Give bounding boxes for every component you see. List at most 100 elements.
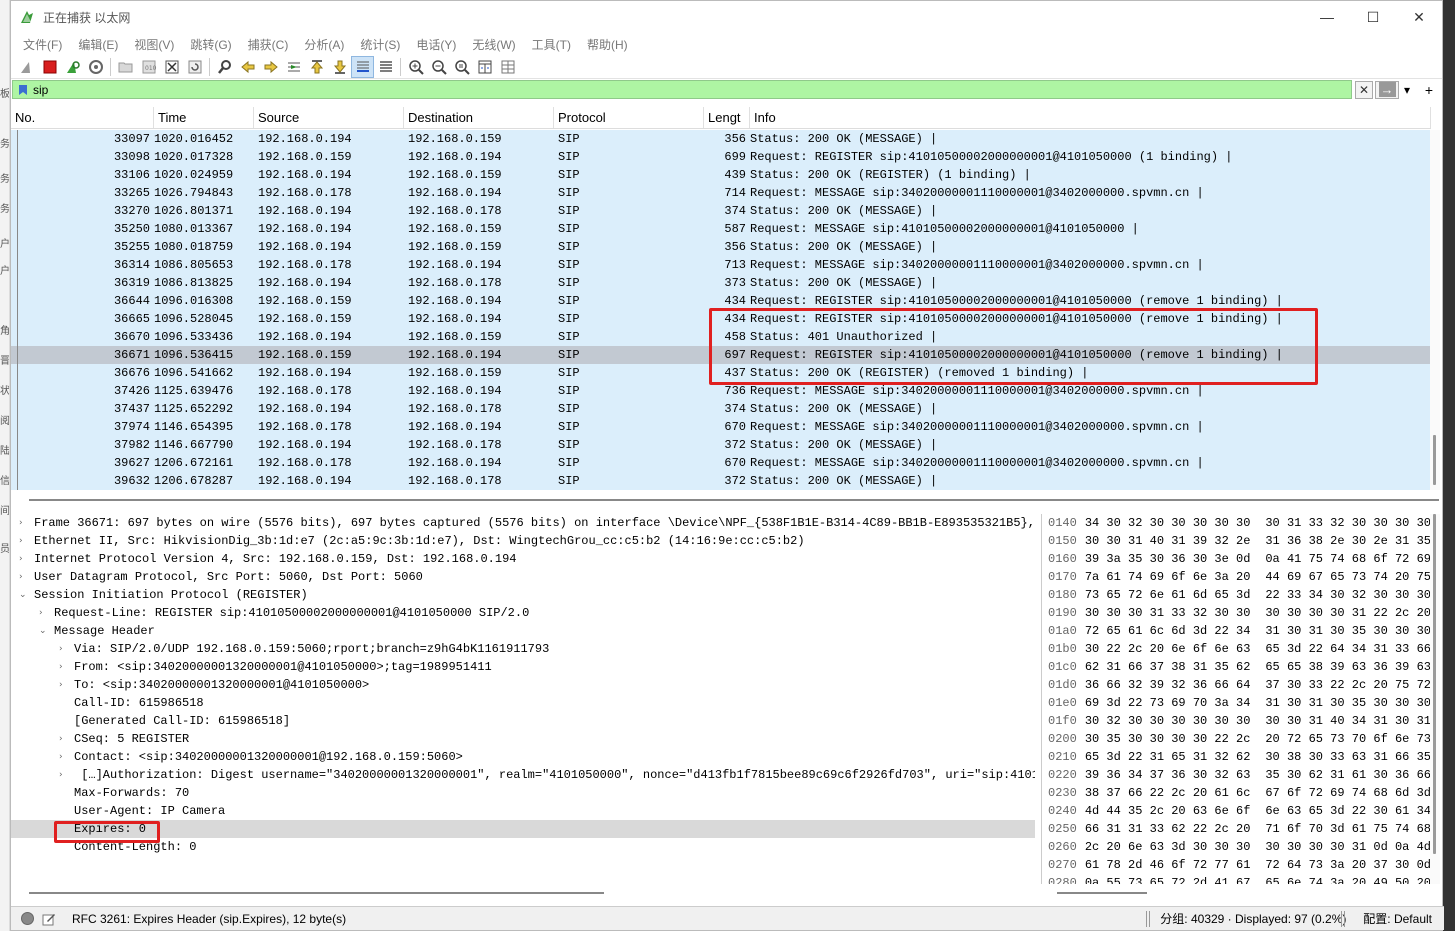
layout-button[interactable] [496,56,519,78]
column-header-protocol[interactable]: Protocol [554,107,704,128]
expand-arrow-icon[interactable]: › [19,532,29,550]
packet-row[interactable]: 36644 1096.016308 192.168.0.159 192.168.0.1… [11,292,1431,310]
detail-tree-row[interactable]: ⌄ Message Header [11,622,1035,640]
go-to-packet-button[interactable] [282,56,305,78]
packet-row[interactable]: 33270 1026.801371 192.168.0.194 192.168.0.1… [11,202,1431,220]
restart-capture-button[interactable] [61,56,84,78]
capture-comment-icon[interactable] [42,912,56,926]
find-packet-button[interactable] [213,56,236,78]
detail-tree-row[interactable]: Max-Forwards: 70 [11,784,1035,802]
detail-tree-row[interactable]: › Contact: <sip:34020000001320000001@192.… [11,748,1035,766]
expand-arrow-icon[interactable]: › [39,604,49,622]
packet-row[interactable]: 33097 1020.016452 192.168.0.194 192.168.0.1… [11,130,1431,148]
menu-item-8[interactable]: 无线(W) [464,36,523,53]
menu-item-2[interactable]: 视图(V) [126,36,182,53]
hex-row[interactable]: 0260 2c 20 6e 63 3d 30 30 30 30 30 30 30 3… [1042,838,1431,856]
column-header-source[interactable]: Source [254,107,404,128]
menu-item-10[interactable]: 帮助(H) [579,36,636,53]
expand-arrow-icon[interactable]: › [19,568,29,586]
expand-arrow-icon[interactable]: › [19,550,29,568]
hex-row[interactable]: 0230 38 37 66 22 2c 20 61 6c 67 6f 72 69 7… [1042,784,1431,802]
detail-tree-row[interactable]: › Frame 36671: 697 bytes on wire (5576 bi… [11,514,1035,532]
zoom-out-button[interactable] [427,56,450,78]
column-header-no[interactable]: No. [11,107,154,128]
detail-tree-row[interactable]: › Request-Line: REGISTER sip:410105000020… [11,604,1035,622]
hex-row[interactable]: 0210 65 3d 22 31 65 31 32 62 30 38 30 33 6… [1042,748,1431,766]
detail-tree-row[interactable]: › Ethernet II, Src: HikvisionDig_3b:1d:e7… [11,532,1035,550]
status-profile[interactable]: 配置: Default [1363,910,1432,927]
detail-tree-row[interactable]: User-Agent: IP Camera [11,802,1035,820]
hex-row[interactable]: 01d0 36 66 32 39 32 36 66 64 37 30 33 22 2… [1042,676,1431,694]
menu-item-4[interactable]: 捕获(C) [240,36,297,53]
packet-row[interactable]: 36314 1086.805653 192.168.0.178 192.168.0.1… [11,256,1431,274]
open-file-button[interactable] [114,56,137,78]
first-packet-button[interactable] [305,56,328,78]
expand-arrow-icon[interactable]: › [19,514,29,532]
hex-row[interactable]: 01b0 30 22 2c 20 6e 6f 6e 63 65 3d 22 64 3… [1042,640,1431,658]
start-capture-button[interactable] [15,56,38,78]
column-header-lengt[interactable]: Lengt [704,107,750,128]
hex-row[interactable]: 01e0 69 3d 22 73 69 70 3a 34 31 30 31 30 3… [1042,694,1431,712]
clear-filter-button[interactable]: ✕ [1355,80,1373,99]
packet-row[interactable]: 39627 1206.672161 192.168.0.178 192.168.0.1… [11,454,1431,472]
close-button[interactable]: ✕ [1396,1,1442,33]
apply-filter-button[interactable]: → [1375,80,1399,99]
menu-item-6[interactable]: 统计(S) [352,36,408,53]
detail-tree-row[interactable]: Call-ID: 615986518 [11,694,1035,712]
menu-item-3[interactable]: 跳转(G) [182,36,239,53]
capture-options-button[interactable] [84,56,107,78]
scrollbar-thumb[interactable] [1433,514,1436,854]
expand-arrow-icon[interactable]: › [59,766,69,784]
detail-tree-row[interactable]: › […]Authorization: Digest username="340… [11,766,1035,784]
hex-row[interactable]: 0150 30 30 31 40 31 39 32 2e 31 36 38 2e 3… [1042,532,1431,550]
expand-arrow-icon[interactable]: › [59,640,69,658]
packet-row[interactable]: 37426 1125.639476 192.168.0.178 192.168.0.1… [11,382,1431,400]
hex-row[interactable]: 0160 39 3a 35 30 36 30 3e 0d 0a 41 75 74 6… [1042,550,1431,568]
save-file-button[interactable]: 010 [137,56,160,78]
hex-row[interactable]: 01f0 30 32 30 30 30 30 30 30 30 30 31 40 3… [1042,712,1431,730]
hex-row[interactable]: 0170 7a 61 74 69 6f 6e 3a 20 44 69 67 65 7… [1042,568,1431,586]
menu-item-1[interactable]: 编辑(E) [70,36,126,53]
minimize-button[interactable]: — [1304,1,1350,33]
hex-row[interactable]: 0240 4d 44 35 2c 20 63 6e 6f 6e 63 65 3d 2… [1042,802,1431,820]
packet-row[interactable]: 33265 1026.794843 192.168.0.178 192.168.0.1… [11,184,1431,202]
filter-history-dropdown[interactable]: ▾ [1401,81,1413,99]
reload-file-button[interactable] [183,56,206,78]
packet-list-hscrollbar[interactable] [29,499,1439,501]
hex-row[interactable]: 0220 39 36 34 37 36 30 32 63 35 30 62 31 6… [1042,766,1431,784]
detail-tree-row[interactable]: › CSeq: 5 REGISTER [11,730,1035,748]
menu-item-0[interactable]: 文件(F) [15,36,70,53]
add-filter-button[interactable]: + [1421,81,1437,99]
last-packet-button[interactable] [328,56,351,78]
go-back-button[interactable] [236,56,259,78]
hex-row[interactable]: 0180 73 65 72 6e 61 6d 65 3d 22 33 34 30 3… [1042,586,1431,604]
colorize-button[interactable] [374,56,397,78]
expand-arrow-icon[interactable]: › [59,676,69,694]
details-hscrollbar[interactable] [29,892,604,894]
detail-tree-row[interactable]: ⌄ Session Initiation Protocol (REGISTER) [11,586,1035,604]
maximize-button[interactable]: ☐ [1350,1,1396,33]
detail-tree-row[interactable]: Content-Length: 0 [11,838,1035,856]
packet-row[interactable]: 36671 1096.536415 192.168.0.159 192.168.0.1… [11,346,1431,364]
packet-row[interactable]: 33098 1020.017328 192.168.0.159 192.168.0.1… [11,148,1431,166]
zoom-in-button[interactable] [404,56,427,78]
collapse-arrow-icon[interactable]: ⌄ [39,622,49,640]
display-filter-input[interactable] [33,81,1351,98]
detail-tree-row[interactable]: › To: <sip:34020000001320000001@410105000… [11,676,1035,694]
hex-row[interactable]: 01a0 72 65 61 6c 6d 3d 22 34 31 30 31 30 3… [1042,622,1431,640]
menu-item-7[interactable]: 电话(Y) [408,36,464,53]
expand-arrow-icon[interactable]: › [59,748,69,766]
packet-list-scrollbar[interactable] [1430,130,1440,490]
expert-info-icon[interactable] [21,912,34,925]
close-file-button[interactable] [160,56,183,78]
autoscroll-button[interactable] [351,55,374,78]
packet-row[interactable]: 37982 1146.667790 192.168.0.194 192.168.0.1… [11,436,1431,454]
detail-tree-row[interactable]: Expires: 0 [11,820,1035,838]
menu-item-5[interactable]: 分析(A) [296,36,352,53]
expand-arrow-icon[interactable]: › [59,730,69,748]
hex-row[interactable]: 0190 30 30 30 31 33 32 30 30 30 30 30 30 3… [1042,604,1431,622]
detail-tree-row[interactable]: › User Datagram Protocol, Src Port: 5060,… [11,568,1035,586]
detail-tree-row[interactable]: › From: <sip:34020000001320000001@4101050… [11,658,1035,676]
bytes-scrollbar[interactable] [1430,514,1440,884]
stop-capture-button[interactable] [38,56,61,78]
